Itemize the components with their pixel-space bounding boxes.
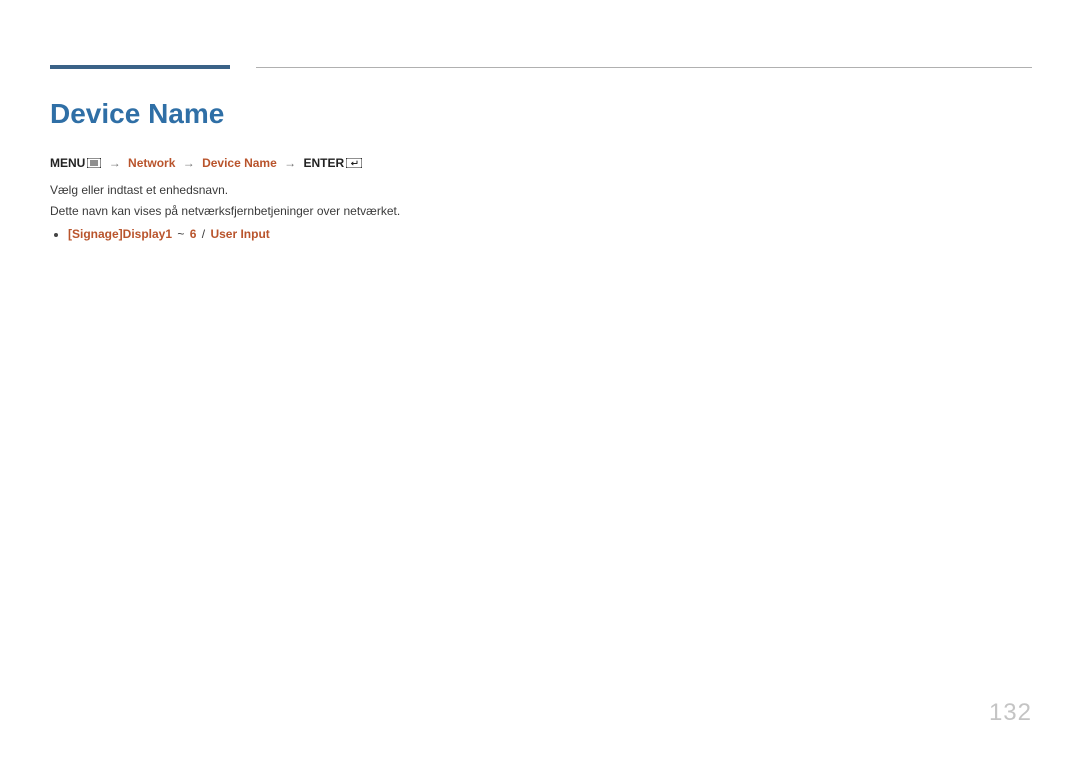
- page-number: 132: [989, 699, 1032, 727]
- option-slash: /: [200, 227, 207, 241]
- body-line-2: Dette navn kan vises på netværksfjernbet…: [50, 201, 1032, 221]
- option-part3: User Input: [210, 227, 269, 241]
- option-bullet: [Signage]Display1 ~ 6 / User Input: [50, 227, 1032, 241]
- arrow-icon: →: [179, 154, 199, 173]
- page-content: Device Name MENU → Network → Device Name…: [50, 96, 1032, 241]
- menu-icon: [87, 155, 101, 174]
- device-name-label: Device Name: [202, 156, 277, 170]
- option-part2: 6: [190, 227, 197, 241]
- arrow-icon: →: [280, 154, 300, 173]
- menu-label: MENU: [50, 156, 85, 170]
- section-heading: Device Name: [50, 98, 1032, 130]
- bullet-dot-icon: [54, 233, 58, 237]
- enter-label: ENTER: [303, 156, 344, 170]
- arrow-icon: →: [105, 154, 125, 173]
- page-top-rule: [50, 62, 1032, 70]
- body-line-1: Vælg eller indtast et enhedsnavn.: [50, 180, 1032, 200]
- enter-icon: [346, 155, 362, 174]
- option-tilde: ~: [175, 227, 186, 241]
- option-part1: [Signage]Display1: [68, 227, 172, 241]
- network-label: Network: [128, 156, 175, 170]
- horizontal-rule: [256, 67, 1032, 68]
- accent-bar: [50, 65, 230, 69]
- navigation-path: MENU → Network → Device Name → ENTER: [50, 154, 1032, 174]
